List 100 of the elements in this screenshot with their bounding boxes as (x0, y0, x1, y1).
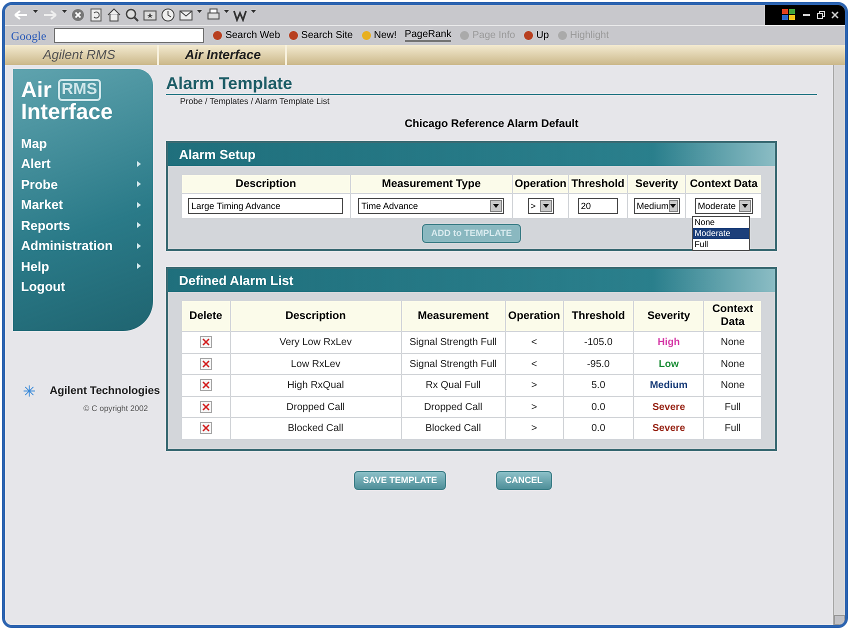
history-icon[interactable] (161, 8, 175, 22)
company-name: Agilent Technologies (50, 384, 160, 399)
severity-label: Severe (634, 418, 704, 439)
caret-icon (742, 204, 748, 208)
table-cell: > (506, 418, 563, 439)
scrollbar[interactable] (833, 65, 845, 625)
table-cell: Dropped Call (402, 396, 505, 418)
minimize-icon[interactable] (803, 11, 811, 19)
dropdown-option[interactable]: Moderate (693, 228, 750, 240)
column-header: Context Data (686, 175, 761, 194)
table-cell: Full (704, 396, 761, 418)
logo-badge: RMS (58, 79, 102, 101)
dropdown[interactable]: Medium (634, 198, 680, 214)
table-cell: None (704, 354, 761, 374)
dropdown[interactable]: Moderate (694, 198, 753, 214)
nav-link[interactable]: Alert (21, 154, 145, 174)
table-cell: -95.0 (564, 354, 634, 374)
column-header: Severity (628, 175, 686, 194)
column-header: Severity (634, 301, 704, 332)
column-header: Operation (513, 175, 568, 194)
column-header: Measurement Type (350, 175, 512, 194)
table-cell: > (506, 375, 563, 396)
delete-button[interactable] (200, 379, 212, 392)
column-header: Threshold (569, 175, 627, 194)
dropdown-option[interactable]: None (693, 217, 750, 228)
nav-link[interactable]: Help (21, 256, 145, 276)
table-cell: < (506, 332, 563, 353)
input-field[interactable]: Large Timing Advance (188, 198, 344, 214)
table-cell: 0.0 (564, 418, 634, 439)
submenu-arrow-icon (137, 222, 141, 228)
search-icon[interactable] (125, 8, 139, 22)
severity-label: High (634, 332, 704, 353)
logo-text: Interface (21, 101, 114, 123)
close-icon (202, 360, 210, 368)
nav-link[interactable]: Logout (21, 276, 145, 297)
submenu-arrow-icon (137, 202, 141, 208)
home-icon[interactable] (107, 8, 121, 22)
table-cell: Low RxLev (230, 354, 401, 374)
toolbar-button[interactable]: PageRank (404, 30, 452, 42)
close-icon (202, 424, 210, 432)
logo-text: Air (21, 79, 52, 101)
stop-icon[interactable] (71, 8, 85, 22)
caret-icon (670, 204, 676, 208)
toolbar-button[interactable]: New! (360, 28, 397, 43)
table-cell: Full (704, 418, 761, 439)
table-cell: Signal Strength Full (402, 354, 505, 374)
table-cell: Blocked Call (230, 418, 401, 439)
column-header: Description (182, 175, 350, 194)
table-cell: -105.0 (564, 332, 634, 353)
table-cell: 5.0 (564, 375, 634, 396)
page-title: Alarm Template (166, 75, 817, 95)
table-cell: < (506, 354, 563, 374)
delete-button[interactable] (200, 358, 212, 370)
table-cell: None (704, 332, 761, 353)
header-tab[interactable]: Air Interface (161, 45, 287, 65)
panel-header: Defined Alarm List (168, 269, 775, 292)
nav-link[interactable]: Probe (21, 174, 145, 194)
caret-icon (542, 204, 549, 208)
delete-button[interactable] (200, 400, 212, 413)
google-logo[interactable]: Google (11, 26, 46, 44)
input-field[interactable]: 20 (578, 198, 618, 214)
nav-link[interactable]: Market (21, 194, 145, 215)
column-header: Delete (182, 301, 230, 332)
nav-link[interactable]: Map (21, 133, 145, 154)
favorites-icon[interactable] (143, 8, 157, 22)
table-cell: Blocked Call (402, 418, 505, 439)
submenu-arrow-icon (137, 263, 141, 270)
nav-link[interactable]: Administration (21, 236, 145, 256)
edit-icon[interactable] (233, 8, 247, 22)
table-cell: Dropped Call (230, 396, 401, 418)
column-header: Measurement (402, 301, 505, 332)
template-name: Chicago Reference Alarm Default (404, 116, 578, 132)
severity-label: Severe (634, 396, 704, 418)
print-icon[interactable] (206, 8, 220, 22)
submenu-arrow-icon (137, 160, 141, 167)
column-header: Context Data (704, 301, 761, 332)
delete-button[interactable] (200, 422, 212, 434)
table-cell: High RxQual (230, 375, 401, 396)
close-icon (202, 402, 210, 411)
close-icon[interactable] (831, 11, 839, 19)
copyright-text: © C opyright 2002 (83, 403, 148, 415)
caret-icon (493, 204, 500, 208)
refresh-icon[interactable] (89, 8, 103, 22)
toolbar-button[interactable]: Up (523, 28, 549, 43)
restore-icon[interactable] (817, 11, 825, 19)
table-cell: 0.0 (564, 396, 634, 418)
delete-button[interactable] (200, 336, 212, 348)
toolbar-button[interactable]: Search Site (288, 28, 353, 43)
severity-label: Low (634, 354, 704, 374)
search-field[interactable] (54, 28, 204, 43)
table-cell: Rx Qual Full (402, 375, 505, 396)
dropdown[interactable]: > (528, 198, 554, 214)
dropdown-option[interactable]: Full (693, 239, 750, 250)
nav-link[interactable]: Reports (21, 215, 145, 236)
close-icon (202, 338, 210, 346)
mail-icon[interactable] (179, 8, 193, 22)
submenu-arrow-icon (137, 242, 141, 249)
dropdown[interactable]: Time Advance (358, 198, 504, 214)
toolbar-button[interactable]: Search Web (212, 28, 280, 43)
table-cell: > (506, 396, 563, 418)
